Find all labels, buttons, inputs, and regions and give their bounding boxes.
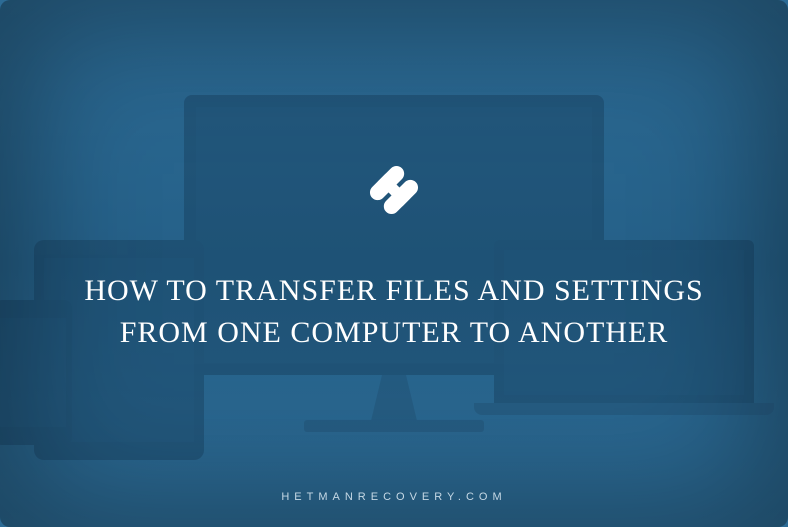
laptop-base [474,403,774,415]
page-title: HOW TO TRANSFER FILES AND SETTINGS FROM … [39,270,748,354]
monitor-base [304,420,484,432]
footer-text: HETMANRECOVERY.COM [281,491,506,503]
hetman-logo-icon [359,155,429,230]
monitor-stand [354,375,434,425]
